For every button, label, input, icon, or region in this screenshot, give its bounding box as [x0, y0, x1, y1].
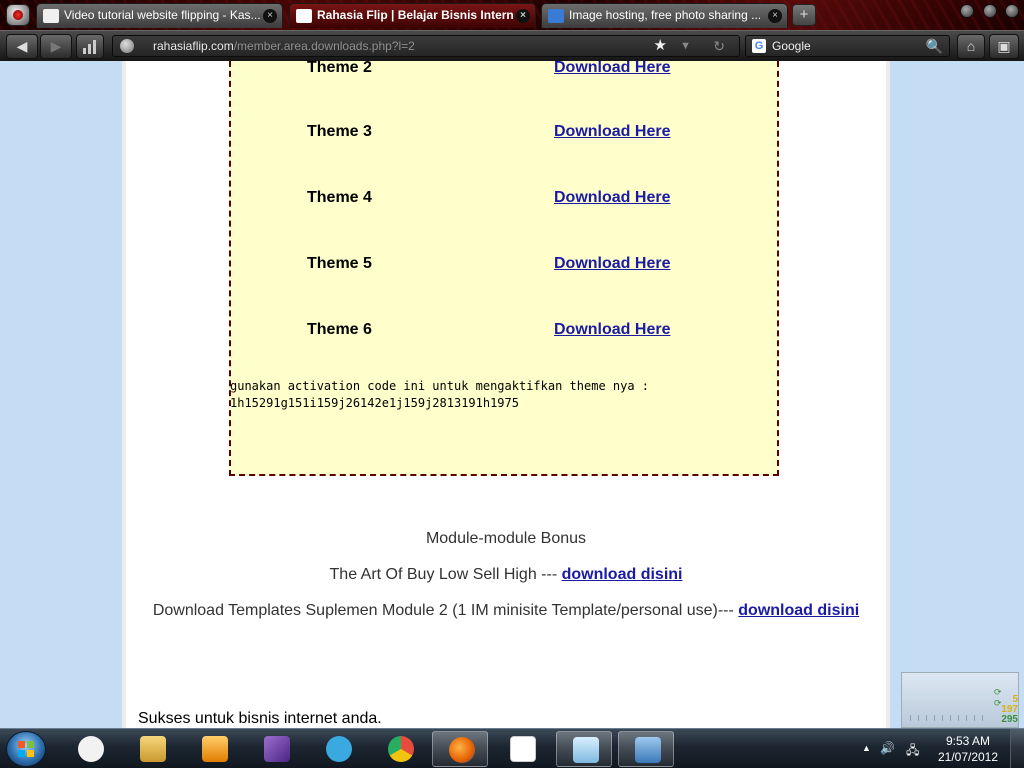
taskbar-twitter[interactable]: [310, 731, 366, 767]
download-link-theme-5[interactable]: Download Here: [554, 255, 670, 273]
stats-button[interactable]: [76, 34, 104, 59]
navigation-toolbar: ◀ ▶ rahasiaflip.com/member.area.download…: [0, 30, 1024, 61]
download-link-theme-2[interactable]: Download Here: [554, 61, 670, 77]
download-link-theme-6[interactable]: Download Here: [554, 321, 670, 339]
tab-title: Rahasia Flip | Belajar Bisnis Intern...: [317, 8, 513, 22]
tab-title: Video tutorial website flipping - Kas...: [64, 8, 260, 22]
home-button[interactable]: ⌂: [957, 34, 985, 59]
bonus-line-text: The Art Of Buy Low Sell High ---: [329, 566, 562, 583]
image-viewer-icon: [635, 737, 661, 763]
forward-button[interactable]: ▶: [40, 34, 72, 59]
theme-name: Theme 2: [307, 61, 372, 76]
site-identity-icon[interactable]: [120, 39, 134, 53]
taskbar: ▲ 🔊 🖧 9:53 AM 21/07/2012: [0, 728, 1024, 768]
taskbar-explorer[interactable]: [124, 731, 180, 767]
activation-code: 1h15291g151i159j26142e1j159j2813191h1975: [230, 396, 519, 410]
tab-rahasia-flip[interactable]: Rahasia Flip | Belajar Bisnis Intern... …: [289, 3, 536, 28]
visual-studio-icon: [264, 736, 290, 762]
photobucket-favicon-icon: [548, 9, 564, 23]
media-player-icon: [202, 736, 228, 762]
bonus-line-text: Download Templates Suplemen Module 2 (1 …: [152, 602, 739, 619]
firefox-menu-icon[interactable]: [6, 4, 30, 26]
history-dropdown-icon[interactable]: ▼: [680, 36, 691, 56]
address-bar[interactable]: rahasiaflip.com/member.area.downloads.ph…: [112, 35, 740, 57]
download-disini-link[interactable]: download disini: [562, 566, 683, 583]
page-viewport[interactable]: Theme 2 Download Here Theme 3 Download H…: [0, 61, 1024, 728]
taskbar-visual-studio[interactable]: [248, 731, 304, 767]
closing-text: Sukses untuk bisnis internet anda.: [138, 710, 382, 727]
search-icon[interactable]: 🔍: [926, 36, 943, 56]
meter-value: 295: [1001, 714, 1018, 725]
bar-chart-icon: [83, 40, 96, 54]
network-icon[interactable]: 🖧: [906, 741, 919, 762]
folder-icon: [140, 736, 166, 762]
clock-time: 9:53 AM: [945, 734, 991, 748]
meter-values: 5 197 295: [1001, 695, 1018, 725]
theme-name: Theme 3: [307, 123, 372, 140]
toolbar-extra-button[interactable]: ▣: [989, 34, 1019, 59]
bookmark-star-icon[interactable]: ★: [654, 36, 667, 56]
taskbar-image-viewer[interactable]: [618, 731, 674, 767]
theme-name: Theme 4: [307, 189, 372, 206]
bonus-line: The Art Of Buy Low Sell High --- downloa…: [126, 566, 886, 584]
activation-instruction: gunakan activation code ini untuk mengak…: [230, 379, 650, 393]
clock-date: 21/07/2012: [937, 750, 999, 764]
taskbar-firefox[interactable]: [432, 731, 488, 767]
url-path: /member.area.downloads.php?l=2: [233, 39, 415, 53]
home-icon: ⌂: [966, 38, 976, 54]
taskbar-activity-monitor[interactable]: [62, 731, 118, 767]
minimize-window-icon[interactable]: [960, 4, 974, 18]
bonus-line: Download Templates Suplemen Module 2 (1 …: [126, 602, 886, 620]
maximize-window-icon[interactable]: [983, 4, 997, 18]
smartfren-icon: [510, 736, 536, 762]
tab-image-hosting[interactable]: Image hosting, free photo sharing ... ×: [541, 3, 788, 28]
taskbar-smartfren[interactable]: [494, 731, 550, 767]
close-window-icon[interactable]: [1005, 4, 1019, 18]
back-button[interactable]: ◀: [6, 34, 38, 59]
back-arrow-icon: ◀: [16, 38, 28, 54]
reload-icon[interactable]: ↻: [713, 36, 725, 56]
screenshot-icon: ▣: [997, 38, 1011, 54]
notepad-icon: [573, 737, 599, 763]
network-meter-gadget[interactable]: ⟳ ⟳ 5 197 295: [901, 672, 1019, 728]
start-button[interactable]: [6, 731, 46, 767]
close-tab-icon[interactable]: ×: [768, 9, 782, 23]
tab-title: Image hosting, free photo sharing ...: [569, 8, 762, 22]
download-link-theme-4[interactable]: Download Here: [554, 189, 670, 207]
theme-name: Theme 6: [307, 321, 372, 338]
twitter-bird-icon: [326, 736, 352, 762]
google-icon[interactable]: G: [752, 39, 766, 53]
clock[interactable]: 9:53 AM 21/07/2012: [926, 733, 1010, 765]
address-url: rahasiaflip.com/member.area.downloads.ph…: [153, 36, 415, 56]
bonus-heading: Module-module Bonus: [425, 530, 587, 547]
chrome-icon: [388, 736, 414, 762]
show-hidden-icons-icon[interactable]: ▲: [862, 743, 871, 753]
close-tab-icon[interactable]: ×: [263, 9, 277, 23]
activation-note: gunakan activation code ini untuk mengak…: [230, 378, 775, 412]
search-engine-label: Google: [772, 39, 811, 53]
new-tab-button[interactable]: +: [792, 4, 816, 26]
search-bar[interactable]: G Google 🔍: [745, 35, 950, 57]
meter-scale: [910, 715, 988, 721]
close-tab-icon[interactable]: ×: [516, 9, 530, 23]
download-link-theme-3[interactable]: Download Here: [554, 123, 670, 141]
forward-arrow-icon: ▶: [50, 38, 62, 54]
tab-video-tutorial[interactable]: Video tutorial website flipping - Kas...…: [36, 3, 283, 28]
taskbar-notepad[interactable]: [556, 731, 612, 767]
theme-name: Theme 5: [307, 255, 372, 272]
kaskus-favicon-icon: [43, 9, 59, 23]
tab-strip: Video tutorial website flipping - Kas...…: [0, 0, 1024, 30]
taskbar-chrome[interactable]: [372, 731, 428, 767]
download-disini-link[interactable]: download disini: [738, 602, 859, 619]
activity-monitor-icon: [78, 736, 104, 762]
taskbar-media-player[interactable]: [186, 731, 242, 767]
show-desktop-button[interactable]: [1010, 729, 1024, 768]
page-favicon-icon: [296, 9, 312, 23]
firefox-icon: [449, 737, 475, 763]
volume-icon[interactable]: 🔊: [880, 741, 895, 755]
url-host: rahasiaflip.com: [153, 39, 234, 53]
